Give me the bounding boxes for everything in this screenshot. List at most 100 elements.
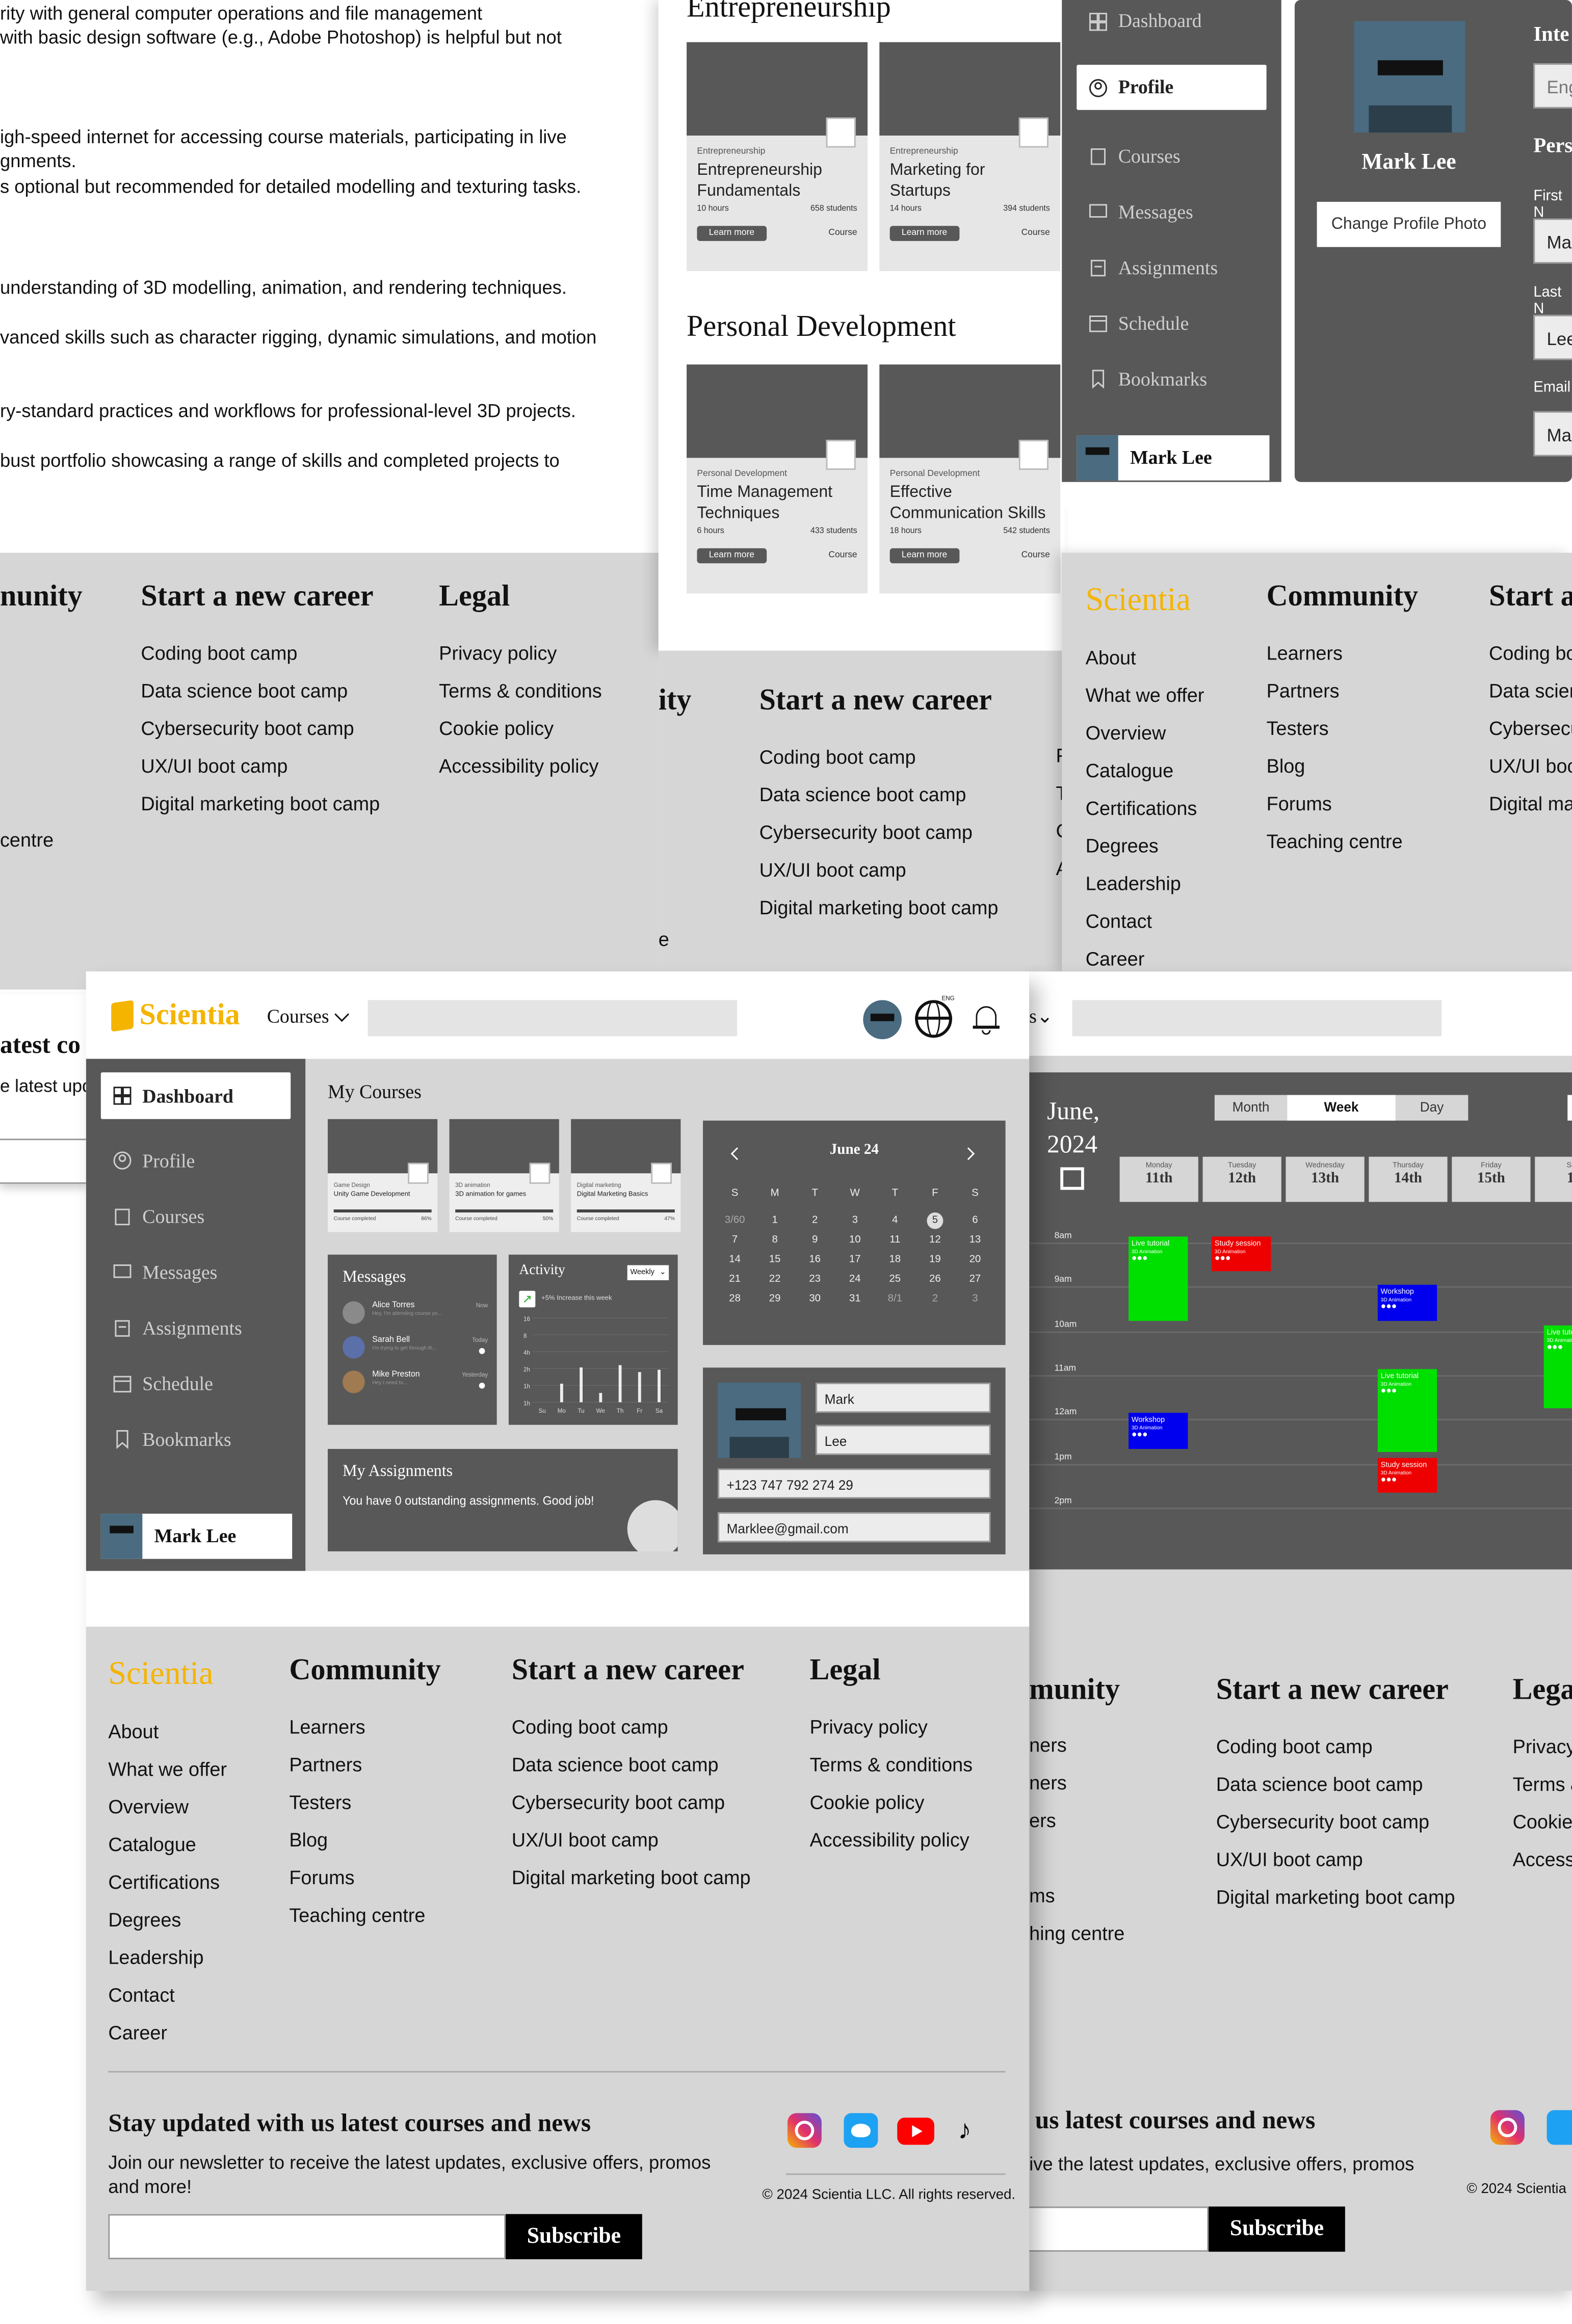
bell-icon[interactable] [973, 1005, 1000, 1035]
footer-link[interactable]: Data science boot camp [1216, 1773, 1455, 1795]
calendar-day[interactable]: 14 [715, 1250, 755, 1270]
subscribe-button[interactable]: Subscribe [506, 2214, 642, 2259]
calendar-day[interactable]: 22 [755, 1270, 795, 1289]
footer-link[interactable]: Certifications [108, 1870, 227, 1893]
footer-link[interactable]: ners [1029, 1771, 1124, 1793]
calendar-event[interactable]: Workshop 3D Animation ●●● [1377, 1285, 1437, 1321]
day-header[interactable]: Monday 11th [1119, 1156, 1198, 1202]
footer-link[interactable]: UX/UI boot camp [1216, 1848, 1455, 1870]
sidebar-item-assignments[interactable]: Assignments [86, 1300, 306, 1355]
view-month[interactable]: Month [1215, 1095, 1288, 1121]
calendar-day[interactable]: 17 [835, 1250, 875, 1270]
courses-menu-cut[interactable]: s⌄ [1029, 1005, 1053, 1028]
course-card[interactable]: Personal Development Time Management Tec… [687, 364, 868, 594]
footer-link[interactable]: Coding bo [1489, 642, 1572, 664]
footer-link[interactable]: Access [1513, 1848, 1572, 1870]
footer-link[interactable]: Terms & conditions [439, 679, 602, 702]
footer-link[interactable]: Cybersecurity boot camp [141, 717, 380, 740]
calendar-day[interactable]: 23 [795, 1270, 835, 1289]
calendar-day[interactable]: 2 [915, 1289, 955, 1309]
footer-link[interactable]: Catalogue [1086, 759, 1204, 781]
calendar-icon[interactable] [1060, 1167, 1084, 1190]
my-course-card[interactable]: 3D animation 3D animation for games Course… [449, 1119, 559, 1232]
footer-link[interactable]: Cybersecu [1489, 717, 1572, 740]
instagram-icon[interactable] [1490, 2110, 1525, 2145]
sidebar-item-dashboard[interactable]: Dashboard [1062, 0, 1281, 42]
calendar-day[interactable]: 3 [835, 1211, 875, 1230]
calendar-day[interactable]: 24 [835, 1270, 875, 1289]
footer-link[interactable]: Learners [1267, 642, 1418, 664]
footer-link[interactable]: What we offer [1086, 684, 1204, 706]
footer-link[interactable]: Data science boot camp [141, 679, 380, 702]
footer-link[interactable]: Cookie [1513, 1810, 1572, 1833]
calendar-day[interactable]: 26 [915, 1270, 955, 1289]
range-select[interactable]: Weekly ⌄ [627, 1265, 669, 1281]
search-input[interactable] [368, 1000, 737, 1037]
footer-link[interactable]: Teaching centre [1267, 830, 1418, 852]
calendar-day[interactable]: 10 [835, 1230, 875, 1250]
calendar-event[interactable]: Study session 3D Animation ●●● [1211, 1236, 1271, 1272]
calendar-day[interactable]: 25 [875, 1270, 915, 1289]
calendar-day[interactable]: 4 [875, 1211, 915, 1230]
messages-widget[interactable]: Messages Alice Torres Now Hey, I'm attendi… [327, 1254, 497, 1425]
footer-link[interactable]: What we offer [108, 1758, 227, 1780]
calendar-event[interactable]: Live tutorial3D Animation●●● [1129, 1236, 1188, 1321]
sidebar-item-courses[interactable]: Courses [86, 1189, 306, 1244]
footer-link[interactable]: hing centre [1029, 1922, 1124, 1944]
day-header[interactable]: Thursday 14th [1369, 1156, 1448, 1202]
footer-link[interactable]: Career [108, 2021, 227, 2044]
sidebar-user[interactable]: Mark Lee [100, 1514, 293, 1559]
footer-link[interactable]: Digital ma [1489, 792, 1572, 814]
newsletter-input[interactable] [108, 2214, 506, 2259]
footer-link[interactable]: Testers [289, 1791, 440, 1813]
footer-link[interactable]: Privacy [1513, 1735, 1572, 1758]
first-name-field[interactable]: Mark [816, 1382, 991, 1413]
calendar-day[interactable]: 30 [795, 1289, 835, 1309]
footer-link[interactable]: Degrees [108, 1908, 227, 1931]
footer-link[interactable]: Coding boot camp [1216, 1735, 1455, 1758]
footer-link[interactable]: ners [1029, 1734, 1124, 1756]
footer-link[interactable]: Certifications [1086, 797, 1204, 819]
footer-link[interactable]: UX/UI boot camp [759, 859, 999, 881]
learn-more-button[interactable]: Learn more [889, 548, 959, 564]
view-week[interactable]: Week [1287, 1095, 1396, 1121]
calendar-day[interactable]: 6 [955, 1211, 995, 1230]
calendar-day[interactable]: 28 [715, 1289, 755, 1309]
sidebar-item-schedule[interactable]: Schedule [1062, 295, 1281, 351]
courses-menu[interactable]: Courses [267, 1005, 349, 1028]
footer-link[interactable]: About [108, 1720, 227, 1742]
calendar-day[interactable]: 27 [955, 1270, 995, 1289]
footer-link[interactable]: Digital marketing boot camp [1216, 1886, 1455, 1908]
footer-link[interactable]: Degrees [1086, 834, 1204, 857]
footer-link[interactable]: Testers [1267, 717, 1418, 740]
footer-link[interactable]: Accessibility policy [810, 1829, 973, 1851]
sidebar-user[interactable]: Mark Lee [1077, 435, 1270, 481]
learn-more-button[interactable]: Learn more [697, 226, 767, 241]
footer-link[interactable]: Privacy policy [439, 642, 602, 664]
contact-widget[interactable]: Mark Lee +123 747 792 274 29 Marklee@gma… [703, 1367, 1006, 1554]
footer-link[interactable]: Data scien [1489, 679, 1572, 702]
calendar-day[interactable]: 20 [955, 1250, 995, 1270]
footer-link[interactable]: Teaching centre [289, 1904, 440, 1926]
calendar-day[interactable]: 19 [915, 1250, 955, 1270]
globe-icon[interactable]: ENG [915, 994, 956, 1038]
calendar-day[interactable]: 3 [955, 1289, 995, 1309]
footer-link[interactable]: Cybersecurity boot camp [1216, 1810, 1455, 1833]
sidebar-item-assignments[interactable]: Assignments [1062, 240, 1281, 295]
language-select[interactable]: Eng [1533, 63, 1572, 109]
course-card[interactable]: Personal Development Effective Communica… [879, 364, 1061, 594]
footer-link[interactable]: Digital marketing boot camp [759, 896, 999, 918]
calendar-day[interactable]: 18 [875, 1250, 915, 1270]
footer-link[interactable]: Blog [289, 1829, 440, 1851]
youtube-icon[interactable] [897, 2118, 934, 2145]
footer-link[interactable]: Accessibility policy [439, 755, 602, 777]
calendar-day[interactable]: 13 [955, 1230, 995, 1250]
footer-link[interactable]: Terms & [1513, 1773, 1572, 1795]
course-card[interactable]: Entrepreneurship Marketing for Startups … [879, 42, 1061, 271]
calendar-day[interactable]: 5 [915, 1211, 955, 1230]
sidebar-item-messages[interactable]: Messages [1062, 184, 1281, 240]
assignments-widget[interactable]: My Assignments You have 0 outstanding as… [327, 1448, 678, 1551]
sidebar-item-bookmarks[interactable]: Bookmarks [1062, 351, 1281, 407]
footer-link[interactable]: Partners [289, 1753, 440, 1776]
footer-link[interactable]: Career [1086, 947, 1204, 970]
